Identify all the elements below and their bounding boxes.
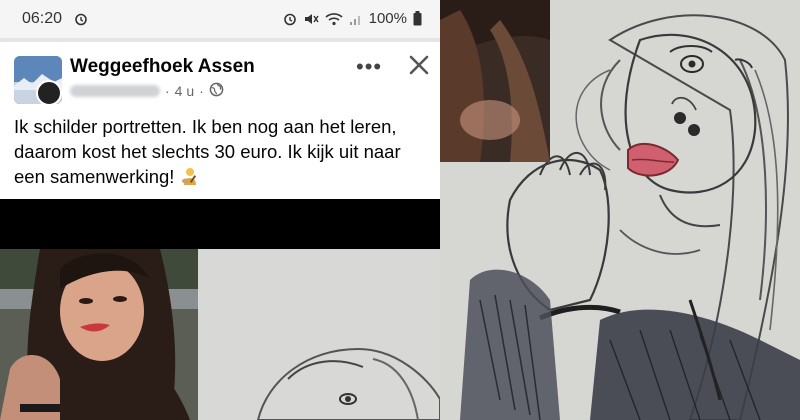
artist-emoji — [180, 166, 200, 186]
status-icons: 100% — [283, 10, 422, 27]
globe-icon — [209, 82, 224, 100]
post-time[interactable]: 4 u — [175, 83, 194, 99]
status-bar: 06:20 100% — [0, 0, 440, 38]
post-text: Ik schilder portretten. Ik ben nog aan h… — [14, 114, 434, 189]
more-options-button[interactable]: ••• — [356, 54, 382, 80]
battery-label: 100% — [368, 10, 407, 27]
close-icon[interactable] — [406, 52, 432, 78]
status-time: 06:20 — [22, 10, 63, 27]
reference-photo-thumbnail[interactable] — [440, 0, 550, 162]
sketch-preview[interactable] — [198, 249, 440, 420]
signal-icon — [349, 12, 363, 26]
reference-photo[interactable] — [0, 249, 198, 420]
wifi-icon — [325, 12, 343, 26]
meta-separator-2: · — [199, 83, 204, 99]
blurred-author-name[interactable] — [70, 85, 160, 97]
mute-icon — [303, 12, 319, 26]
alarm-icon — [283, 12, 297, 26]
post-header: Weggeefhoek Assen · 4 u · ••• — [0, 42, 440, 110]
alarm-icon — [74, 12, 88, 31]
meta-separator: · — [165, 83, 170, 99]
post-body: Ik schilder portretten. Ik ben nog aan h… — [14, 116, 401, 187]
phone-screenshot: 06:20 100% Weggeefhoek Assen · 4 u · •••… — [0, 0, 440, 420]
group-name[interactable]: Weggeefhoek Assen — [70, 56, 255, 78]
battery-icon — [413, 11, 422, 26]
profile-badge[interactable] — [36, 80, 62, 106]
post-meta: · 4 u · — [70, 82, 224, 100]
image-top-band — [0, 199, 440, 249]
